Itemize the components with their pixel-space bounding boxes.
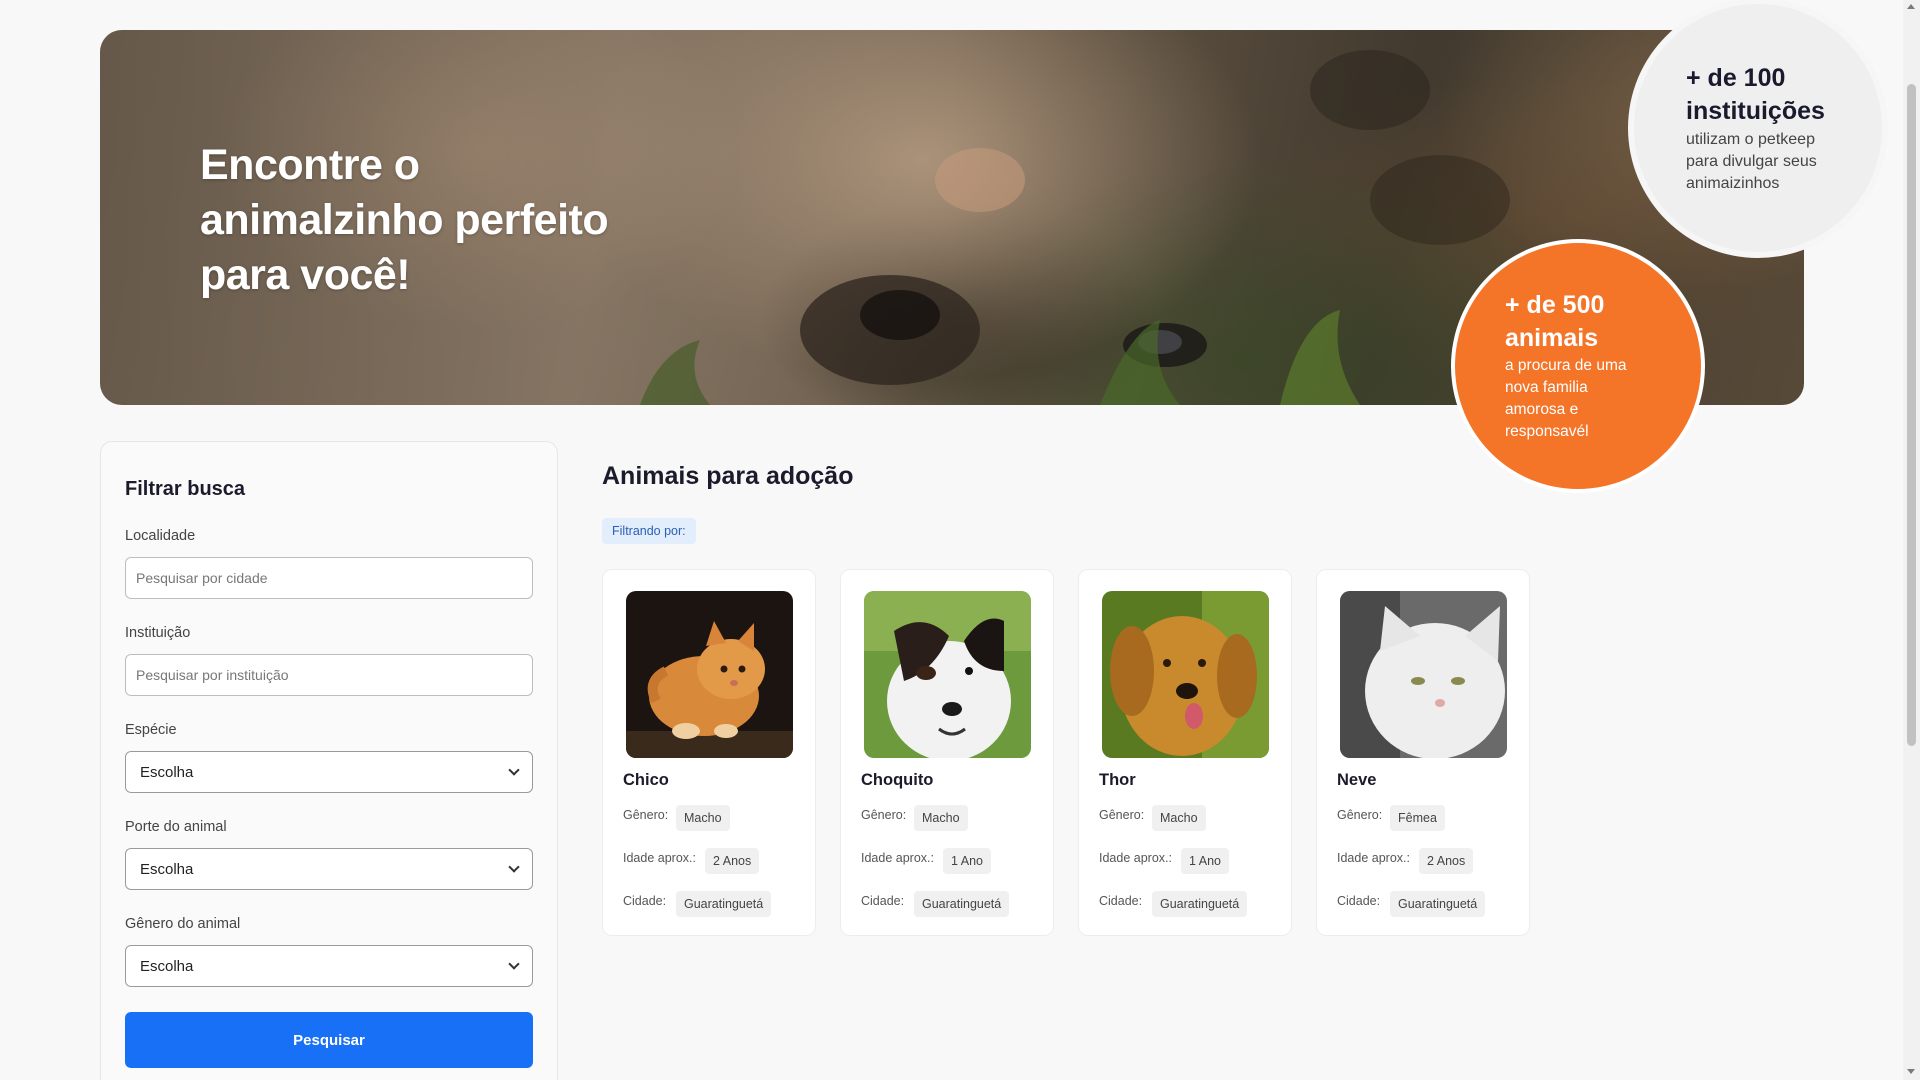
city-field-label: Cidade: (623, 894, 667, 908)
city-tag: Guaratinguetá (676, 891, 772, 917)
scroll-up-arrow-icon[interactable] (1907, 4, 1915, 9)
institutions-count: + de 100 instituições (1686, 64, 1825, 125)
species-value: Escolha (140, 763, 194, 781)
gender-field-label: Gênero: (1337, 808, 1383, 822)
animals-description: a procura de uma nova familia amorosa e … (1505, 357, 1627, 440)
black-white-dog-photo (864, 591, 1031, 758)
age-field-label: Idade aprox.: (1337, 851, 1410, 865)
location-placeholder: Pesquisar por cidade (136, 570, 268, 586)
species-label: Espécie (125, 722, 177, 738)
scrollbar-thumb[interactable] (1907, 84, 1916, 746)
active-filter-chip: Filtrando por: (602, 518, 696, 544)
location-search-input[interactable]: Pesquisar por cidade (125, 557, 533, 599)
institution-label: Instituição (125, 625, 191, 641)
filter-panel: Filtrar busca Localidade Pesquisar por c… (100, 441, 558, 1080)
gender-tag: Fêmea (1390, 805, 1445, 831)
animal-name: Neve (1337, 771, 1377, 789)
age-field-label: Idade aprox.: (1099, 851, 1172, 865)
gender-tag: Macho (1152, 805, 1206, 831)
animal-card[interactable]: Thor Gênero: Macho Idade aprox.: 1 Ano C… (1078, 569, 1292, 936)
gender-tag: Macho (914, 805, 968, 831)
gender-value: Escolha (140, 957, 194, 975)
institution-placeholder: Pesquisar por instituição (136, 667, 289, 683)
gender-select[interactable]: Escolha (125, 945, 533, 987)
city-tag: Guaratinguetá (914, 891, 1010, 917)
page-scrollbar[interactable] (1903, 0, 1920, 1080)
size-label: Porte do animal (125, 819, 227, 835)
chevron-down-icon (508, 764, 520, 776)
institutions-description: utilizam o petkeep para divulgar seus an… (1686, 131, 1817, 192)
section-title: Animais para adoção (602, 462, 854, 490)
search-button[interactable]: Pesquisar (125, 1012, 533, 1068)
age-tag: 1 Ano (943, 848, 991, 874)
city-tag: Guaratinguetá (1152, 891, 1248, 917)
city-field-label: Cidade: (1099, 894, 1143, 908)
filter-title: Filtrar busca (125, 478, 246, 500)
institution-search-input[interactable]: Pesquisar por instituição (125, 654, 533, 696)
size-value: Escolha (140, 860, 194, 878)
gender-label: Gênero do animal (125, 916, 241, 932)
white-cat-photo (1340, 591, 1507, 758)
age-tag: 2 Anos (1419, 848, 1474, 874)
gender-field-label: Gênero: (623, 808, 669, 822)
animal-card[interactable]: Chico Gênero: Macho Idade aprox.: 2 Anos… (602, 569, 816, 936)
gender-field-label: Gênero: (861, 808, 907, 822)
animal-name: Thor (1099, 771, 1136, 789)
species-select[interactable]: Escolha (125, 751, 533, 793)
golden-retriever-photo (1102, 591, 1269, 758)
animal-card[interactable]: Choquito Gênero: Macho Idade aprox.: 1 A… (840, 569, 1054, 936)
age-tag: 2 Anos (705, 848, 760, 874)
gender-tag: Macho (676, 805, 730, 831)
institutions-stat-badge: + de 100 instituições utilizam o petkeep… (1634, 4, 1882, 252)
animals-stat-badge: + de 500 animais a procura de uma nova f… (1455, 243, 1701, 489)
city-field-label: Cidade: (1337, 894, 1381, 908)
age-field-label: Idade aprox.: (623, 851, 696, 865)
gender-field-label: Gênero: (1099, 808, 1145, 822)
chevron-down-icon (508, 861, 520, 873)
animals-count: + de 500 animais (1505, 291, 1605, 352)
orange-kitten-photo (626, 591, 793, 758)
location-label: Localidade (125, 528, 196, 544)
chevron-down-icon (508, 958, 520, 970)
age-field-label: Idade aprox.: (861, 851, 934, 865)
hero-title: Encontre o animalzinho perfeito para voc… (200, 141, 609, 299)
animal-card[interactable]: Neve Gênero: Fêmea Idade aprox.: 2 Anos … (1316, 569, 1530, 936)
animal-name: Choquito (861, 771, 934, 789)
city-tag: Guaratinguetá (1390, 891, 1486, 917)
scroll-down-arrow-icon[interactable] (1907, 1069, 1915, 1074)
city-field-label: Cidade: (861, 894, 905, 908)
size-select[interactable]: Escolha (125, 848, 533, 890)
animal-name: Chico (623, 771, 669, 789)
age-tag: 1 Ano (1181, 848, 1229, 874)
